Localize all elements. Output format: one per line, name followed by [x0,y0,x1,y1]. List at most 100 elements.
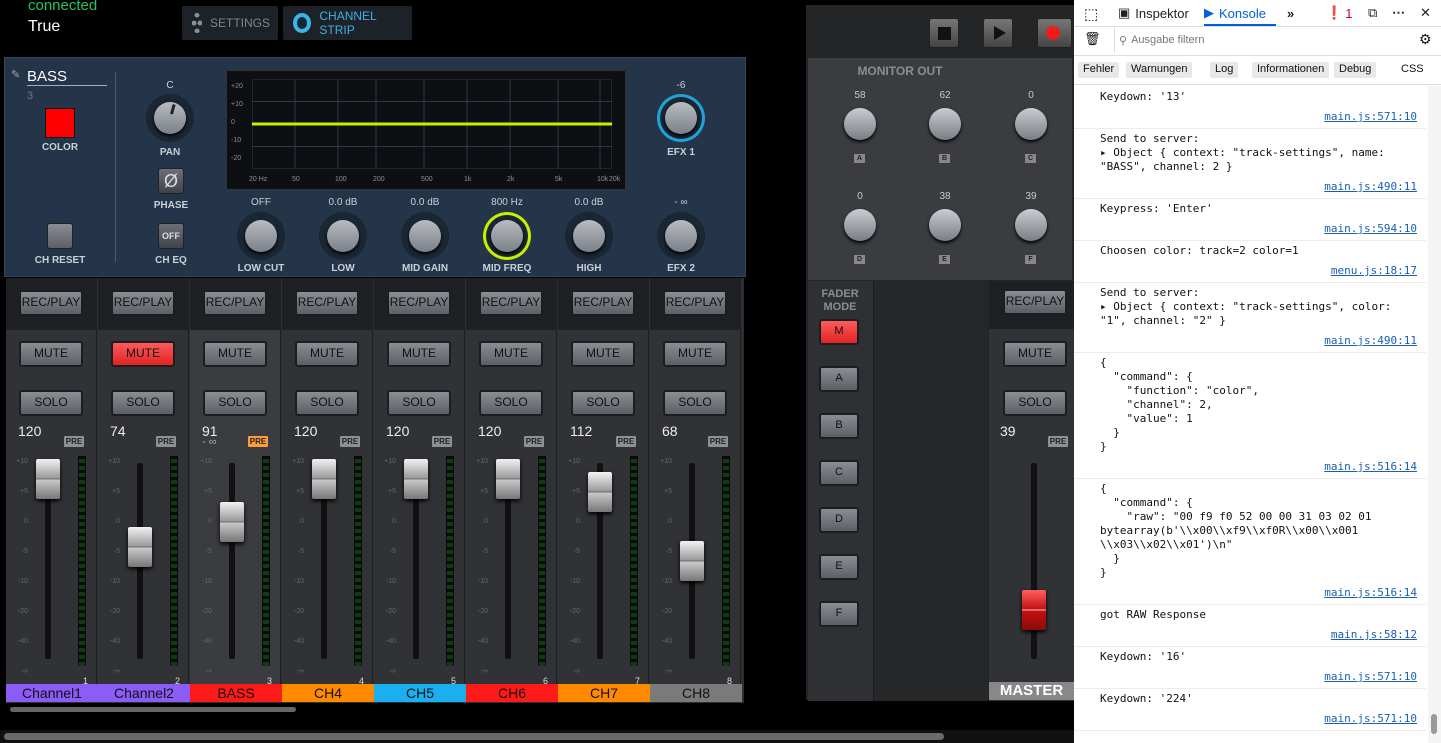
filter-informationen[interactable]: Informationen [1252,62,1330,78]
eq-knob-2[interactable] [401,212,449,260]
mute-button[interactable]: MUTE [663,341,727,367]
channel-name[interactable]: CH6 [466,684,558,702]
source-link[interactable]: menu.js:18:17 [1331,264,1417,277]
source-link[interactable]: main.js:58:12 [1331,628,1417,641]
rec-play-button[interactable]: REC/PLAY [663,290,727,316]
fader-handle[interactable] [680,541,704,581]
mute-button[interactable]: MUTE [295,341,359,367]
source-link[interactable]: main.js:490:11 [1324,334,1417,347]
source-link[interactable]: main.js:571:10 [1324,712,1417,725]
solo-button[interactable]: SOLO [19,390,83,416]
filter-css[interactable]: CSS [1396,62,1429,78]
rec-play-button[interactable]: REC/PLAY [479,290,543,316]
stop-button[interactable] [929,18,959,48]
fader-mode-E[interactable]: E [819,554,859,580]
fader-mode-B[interactable]: B [819,413,859,439]
fader-handle[interactable] [588,472,612,513]
pre-button[interactable]: PRE [432,436,452,447]
more-tabs-icon[interactable]: » [1287,0,1294,26]
fader-handle[interactable] [220,501,244,542]
fader-mode-C[interactable]: C [819,460,859,486]
monitor-knob-B[interactable] [925,104,965,144]
source-link[interactable]: main.js:594:10 [1324,222,1417,235]
master-solo-button[interactable]: SOLO [1003,390,1067,416]
fader-mode-A[interactable]: A [819,366,859,392]
console-scrollbar[interactable] [1428,86,1441,743]
filter-warnungen[interactable]: Warnungen [1126,62,1193,78]
pre-button[interactable]: PRE [340,436,360,447]
fader-handle[interactable] [312,458,336,499]
dock-icon[interactable]: ⧉ [1368,0,1377,26]
solo-button[interactable]: SOLO [663,390,727,416]
solo-button[interactable]: SOLO [479,390,543,416]
tab-inspector[interactable]: ▣ Inspektor [1118,0,1189,26]
ch-eq-off-button[interactable]: OFF [158,223,184,249]
channel-name[interactable]: CH5 [374,684,466,702]
channel-name[interactable]: CH7 [558,684,650,702]
channel-name[interactable]: CH8 [650,684,742,702]
channel-name[interactable]: BASS [190,684,282,702]
eq-knob-0[interactable] [237,212,285,260]
ch-reset-button[interactable] [47,223,73,249]
eq-knob-1[interactable] [319,212,367,260]
fader-handle[interactable] [496,458,520,499]
channel-name[interactable]: Channel1 [6,684,98,702]
monitor-knob-C[interactable] [1011,104,1051,144]
eq-graph[interactable]: +20 +10 0 -10 -20 20 Hz 50 100 200 500 1k 2k 5k 10k 20… [226,70,626,190]
close-icon[interactable]: ✕ [1420,0,1431,26]
pre-button[interactable]: PRE [616,436,636,447]
channel-strip-button[interactable]: CHANNEL STRIP [283,6,412,40]
fader-mode-M[interactable]: M [819,319,859,345]
source-link[interactable]: main.js:516:14 [1324,586,1417,599]
pre-button[interactable]: PRE [156,436,176,447]
solo-button[interactable]: SOLO [571,390,635,416]
mixer-scrollbar[interactable] [6,703,744,715]
channel-name[interactable]: CH4 [282,684,374,702]
efx2-knob[interactable] [657,212,705,260]
source-link[interactable]: main.js:571:10 [1324,670,1417,683]
solo-button[interactable]: SOLO [387,390,451,416]
rec-play-button[interactable]: REC/PLAY [203,290,267,316]
trash-icon[interactable]: 🗑 [1084,31,1101,47]
monitor-knob-E[interactable] [925,205,965,245]
fader-handle[interactable] [128,527,152,568]
pre-button[interactable]: PRE [64,436,84,447]
master-pre-button[interactable]: PRE [1048,436,1068,447]
error-count[interactable]: ❗ 1 [1326,0,1352,26]
master-rec-play-button[interactable]: REC/PLAY [1003,289,1067,315]
pre-button[interactable]: PRE [708,436,728,447]
monitor-knob-A[interactable] [840,104,880,144]
mute-button[interactable]: MUTE [479,341,543,367]
pick-element-icon[interactable]: ⬚ [1084,5,1098,23]
pre-button[interactable]: PRE [524,436,544,447]
solo-button[interactable]: SOLO [295,390,359,416]
rec-play-button[interactable]: REC/PLAY [295,290,359,316]
record-button[interactable] [1037,18,1072,48]
efx1-knob[interactable] [657,94,705,142]
pan-knob[interactable] [146,94,194,142]
play-button[interactable] [983,18,1013,48]
pencil-icon[interactable]: ✎ [11,68,20,81]
strip-name[interactable]: BASS [27,68,107,86]
source-link[interactable]: main.js:490:11 [1324,180,1417,193]
settings-gear-icon[interactable]: ⚙ [1419,31,1432,48]
source-link[interactable]: main.js:516:14 [1324,460,1417,473]
mute-button[interactable]: MUTE [111,341,175,367]
filter-log[interactable]: Log [1210,62,1239,78]
rec-play-button[interactable]: REC/PLAY [387,290,451,316]
rec-play-button[interactable]: REC/PLAY [111,290,175,316]
color-swatch[interactable] [45,108,75,138]
filter-input[interactable]: ⚲ Ausgabe filtern [1114,27,1414,53]
page-scrollbar[interactable] [0,730,1074,743]
channel-name[interactable]: Channel2 [98,684,190,702]
fader-mode-F[interactable]: F [819,601,859,627]
fader-handle[interactable] [36,458,60,499]
pre-button[interactable]: PRE [248,436,268,447]
menu-icon[interactable]: ⋯ [1392,0,1405,26]
phase-button[interactable]: Ø [158,168,184,194]
rec-play-button[interactable]: REC/PLAY [571,290,635,316]
fader-handle[interactable] [404,458,428,499]
source-link[interactable]: main.js:571:10 [1324,110,1417,123]
filter-debug[interactable]: Debug [1334,62,1377,78]
mute-button[interactable]: MUTE [571,341,635,367]
